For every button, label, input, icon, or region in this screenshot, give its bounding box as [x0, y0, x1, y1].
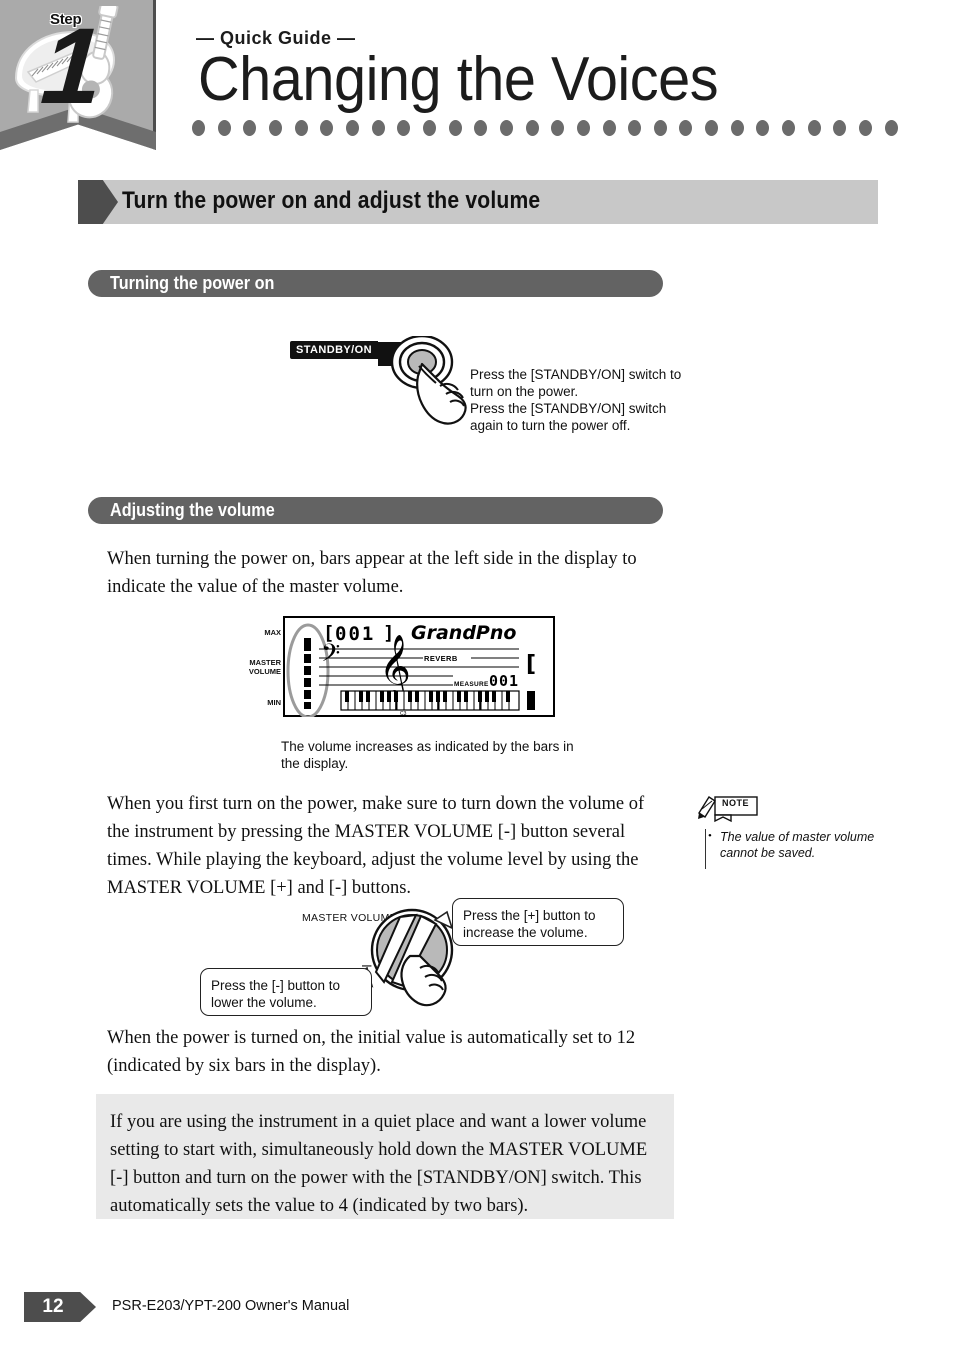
svg-text:𝄞: 𝄞 — [379, 634, 411, 700]
volume-intro-paragraph: When turning the power on, bars appear a… — [107, 549, 637, 597]
decorative-dot — [705, 120, 719, 136]
info-box: If you are using the instrument in a qui… — [96, 1094, 674, 1219]
info-box-text: If you are using the instrument in a qui… — [110, 1112, 648, 1216]
subsection-label: Adjusting the volume — [110, 500, 275, 520]
step-number-label: 1 — [37, 5, 107, 126]
standby-on-illustration: STANDBY/ON Press the [STANDBY/ON] switch… — [290, 336, 690, 436]
decorative-dot — [756, 120, 770, 136]
decorative-dot — [628, 120, 642, 136]
lcd-label-master-volume: MASTER VOLUME — [248, 658, 281, 676]
page-header: Step 1 — Quick Guide — Changing the Voic… — [0, 0, 954, 160]
lcd-screen-contents: [ 001 ] GrandPno 𝄢 𝄞 REVERB MEASURE 001 … — [286, 622, 536, 717]
decorative-dot — [397, 120, 411, 136]
decorative-dot — [730, 120, 744, 136]
note-text: The value of master volume cannot be sav… — [705, 829, 910, 869]
callout-increase-volume: Press the [+] button to increase the vol… — [452, 898, 624, 946]
standby-on-tag: STANDBY/ON — [290, 341, 378, 359]
page-number: 12 — [42, 1296, 64, 1317]
decorative-dot — [371, 120, 385, 136]
subsection-turning-the-power-on: Turning the power on — [88, 270, 663, 297]
decorative-dot — [192, 120, 205, 136]
subsection-label: Turning the power on — [110, 273, 275, 293]
initial-value-paragraph: When the power is turned on, the initial… — [107, 1028, 636, 1076]
decorative-dot-row — [192, 120, 898, 136]
section-header-bar: Turn the power on and adjust the volume — [78, 180, 878, 224]
decorative-dot — [551, 120, 565, 136]
decorative-dot — [859, 120, 873, 136]
decorative-dot — [294, 120, 308, 136]
decorative-dot — [422, 120, 436, 136]
decorative-dot — [320, 120, 334, 136]
decorative-dot — [679, 120, 693, 136]
svg-text:REVERB: REVERB — [424, 654, 458, 663]
decorative-dot — [807, 120, 821, 136]
subsection-adjusting-the-volume: Adjusting the volume — [88, 497, 663, 524]
decorative-dot — [268, 120, 282, 136]
svg-text:001: 001 — [489, 672, 519, 690]
decorative-dot — [448, 120, 462, 136]
decorative-dot — [653, 120, 667, 136]
decorative-dot — [833, 120, 847, 136]
decorative-dot — [243, 120, 257, 136]
master-volume-knob-illustration: MASTER VOLUME + – Press the [+] button t… — [195, 898, 625, 1018]
lcd-display-illustration: MAX MASTER VOLUME MIN [ 001 ] GrandPno 𝄢… — [249, 612, 585, 782]
svg-text:GrandPno: GrandPno — [411, 622, 516, 644]
chevron-right-icon — [78, 180, 118, 224]
standby-on-caption: Press the [STANDBY/ON] switch to turn on… — [470, 367, 682, 433]
decorative-dot — [884, 120, 898, 136]
note-callout: NOTE • The value of master volume cannot… — [697, 795, 897, 885]
svg-text:001: 001 — [335, 623, 375, 645]
section-title: Turn the power on and adjust the volume — [122, 187, 541, 214]
volume-body-paragraph: When you first turn on the power, make s… — [107, 794, 645, 898]
svg-text:C3: C3 — [400, 711, 407, 717]
lcd-label-min: MIN — [267, 698, 281, 707]
svg-text:MEASURE: MEASURE — [454, 681, 489, 688]
svg-text:𝄢: 𝄢 — [321, 639, 340, 674]
footer-text: PSR-E203/YPT-200 Owner's Manual — [112, 1298, 350, 1314]
lcd-caption: The volume increases as indicated by the… — [281, 739, 574, 771]
page-footer: 12 PSR-E203/YPT-200 Owner's Manual — [0, 1292, 954, 1326]
page-title: Changing the Voices — [198, 45, 719, 114]
decorative-dot — [602, 120, 616, 136]
decorative-dot — [499, 120, 513, 136]
decorative-dot — [576, 120, 590, 136]
decorative-dot — [474, 120, 488, 136]
decorative-dot — [782, 120, 796, 136]
decorative-dot — [525, 120, 539, 136]
note-tag-label: NOTE — [722, 798, 750, 808]
decorative-dot — [217, 120, 231, 136]
lcd-label-max: MAX — [264, 628, 281, 637]
callout-lower-volume: Press the [-] button to lower the volume… — [200, 968, 372, 1016]
decorative-dot — [345, 120, 359, 136]
svg-text:[: [ — [526, 652, 536, 677]
